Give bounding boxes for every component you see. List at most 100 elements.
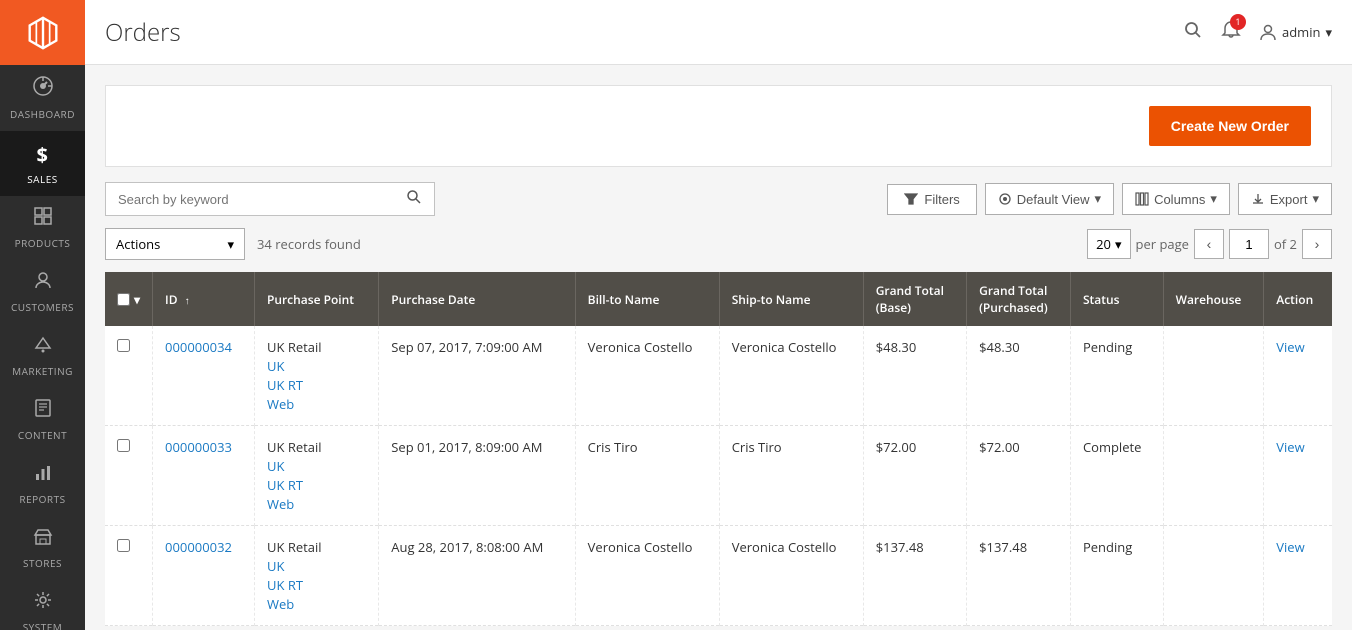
th-action: Action [1264, 272, 1332, 326]
page-number-input[interactable] [1229, 229, 1269, 259]
admin-user[interactable]: admin ▾ [1259, 23, 1332, 41]
purchase-point-sub: UK [267, 557, 366, 575]
td-grand-total-base-1: $72.00 [863, 426, 966, 526]
sidebar-item-stores-label: STORES [23, 556, 62, 570]
toolbar-right: Filters Default View ▾ Co [887, 183, 1332, 215]
table-row: 000000032 UK Retail UKUK RTWeb Aug 28, 2… [105, 526, 1332, 626]
purchase-point-sub: UK [267, 457, 366, 475]
purchase-point-sub: Web [267, 495, 366, 513]
td-status-1: Complete [1070, 426, 1163, 526]
view-chevron-icon: ▾ [1095, 191, 1102, 207]
td-warehouse-1 [1163, 426, 1264, 526]
stores-icon [33, 526, 53, 552]
sidebar-item-reports[interactable]: REPORTS [0, 452, 85, 516]
th-warehouse[interactable]: Warehouse [1163, 272, 1264, 326]
search-submit-button[interactable] [406, 189, 422, 209]
td-action-0: View [1264, 326, 1332, 426]
records-found: 34 records found [257, 235, 361, 253]
row-checkbox-2[interactable] [117, 539, 130, 552]
actions-dropdown[interactable]: Actions ▾ [105, 228, 245, 260]
table-row: 000000034 UK Retail UKUK RTWeb Sep 07, 2… [105, 326, 1332, 426]
sidebar-item-system-label: SYSTEM [23, 620, 63, 630]
td-ship-to-name-0: Veronica Costello [719, 326, 863, 426]
row-checkbox-1[interactable] [117, 439, 130, 452]
td-grand-total-purchased-2: $137.48 [967, 526, 1071, 626]
sidebar-logo [0, 0, 85, 65]
td-bill-to-name-1: Cris Tiro [575, 426, 719, 526]
actions-chevron-icon: ▾ [227, 235, 234, 253]
per-page-select[interactable]: 20 ▾ [1087, 229, 1130, 259]
purchase-point-sub: UK [267, 357, 366, 375]
actions-label: Actions [116, 235, 160, 253]
prev-page-button[interactable]: ‹ [1194, 229, 1224, 259]
sidebar-item-marketing-label: MARKETING [12, 364, 73, 378]
sidebar: DASHBOARD $ SALES PRODUCTS CUSTOMERS [0, 0, 85, 630]
table-header-row: ▾ ID ↑ Purchase Point Purchase Date Bill… [105, 272, 1332, 326]
columns-button[interactable]: Columns ▾ [1122, 183, 1230, 215]
td-grand-total-purchased-1: $72.00 [967, 426, 1071, 526]
td-warehouse-2 [1163, 526, 1264, 626]
purchase-point-sub: Web [267, 595, 366, 613]
th-ship-to-name[interactable]: Ship-to Name [719, 272, 863, 326]
td-bill-to-name-0: Veronica Costello [575, 326, 719, 426]
sidebar-item-dashboard-label: DASHBOARD [10, 107, 75, 121]
sidebar-item-marketing[interactable]: MARKETING [0, 324, 85, 388]
customers-icon [33, 270, 53, 296]
td-checkbox-0 [105, 326, 153, 426]
purchase-point-sub: UK RT [267, 376, 366, 394]
td-ship-to-name-1: Cris Tiro [719, 426, 863, 526]
sidebar-item-sales[interactable]: $ SALES [0, 131, 85, 196]
table-row: 000000033 UK Retail UKUK RTWeb Sep 01, 2… [105, 426, 1332, 526]
actions-row: Actions ▾ 34 records found 20 ▾ per page… [105, 228, 1332, 260]
th-id: ID ↑ [153, 272, 255, 326]
sidebar-item-system[interactable]: SYSTEM [0, 580, 85, 630]
system-icon [33, 590, 53, 616]
view-link-2[interactable]: View [1276, 538, 1304, 556]
th-purchase-point[interactable]: Purchase Point [255, 272, 379, 326]
notification-icon[interactable]: 1 [1221, 19, 1241, 46]
order-id-link-2[interactable]: 000000032 [165, 538, 232, 556]
next-page-button[interactable]: › [1302, 229, 1332, 259]
search-icon[interactable] [1183, 19, 1203, 46]
th-bill-to-name[interactable]: Bill-to Name [575, 272, 719, 326]
default-view-button[interactable]: Default View ▾ [985, 183, 1114, 215]
purchase-point-main-0: UK Retail [267, 338, 366, 356]
select-all-checkbox[interactable] [117, 293, 130, 306]
action-banner: Create New Order [105, 85, 1332, 167]
select-all-chevron-icon[interactable]: ▾ [134, 291, 140, 308]
view-link-0[interactable]: View [1276, 338, 1304, 356]
td-checkbox-2 [105, 526, 153, 626]
main-area: Orders 1 admin ▾ [85, 0, 1352, 630]
td-action-2: View [1264, 526, 1332, 626]
sidebar-item-customers[interactable]: CUSTOMERS [0, 260, 85, 324]
th-grand-total-base[interactable]: Grand Total(Base) [863, 272, 966, 326]
th-status[interactable]: Status [1070, 272, 1163, 326]
sidebar-item-products[interactable]: PRODUCTS [0, 196, 85, 260]
content-icon [33, 398, 53, 424]
td-purchase-date-1: Sep 01, 2017, 8:09:00 AM [379, 426, 575, 526]
purchase-point-main-1: UK Retail [267, 438, 366, 456]
sort-id-icon[interactable]: ↑ [185, 293, 190, 307]
purchase-point-sub: Web [267, 395, 366, 413]
top-header: Orders 1 admin ▾ [85, 0, 1352, 65]
order-id-link-1[interactable]: 000000033 [165, 438, 232, 456]
sidebar-item-content[interactable]: CONTENT [0, 388, 85, 452]
filters-button[interactable]: Filters [887, 184, 976, 215]
th-purchase-date[interactable]: Purchase Date [379, 272, 575, 326]
export-button[interactable]: Export ▾ [1238, 183, 1332, 215]
sidebar-item-dashboard[interactable]: DASHBOARD [0, 65, 85, 131]
order-id-link-0[interactable]: 000000034 [165, 338, 232, 356]
create-order-button[interactable]: Create New Order [1149, 106, 1311, 146]
search-input[interactable] [118, 192, 400, 207]
purchase-point-main-2: UK Retail [267, 538, 366, 556]
th-grand-total-purchased[interactable]: Grand Total(Purchased) [967, 272, 1071, 326]
td-ship-to-name-2: Veronica Costello [719, 526, 863, 626]
view-link-1[interactable]: View [1276, 438, 1304, 456]
search-box [105, 182, 435, 216]
td-grand-total-purchased-0: $48.30 [967, 326, 1071, 426]
sidebar-item-products-label: PRODUCTS [15, 236, 71, 250]
sidebar-item-customers-label: CUSTOMERS [11, 300, 74, 314]
admin-chevron-icon: ▾ [1325, 23, 1332, 41]
row-checkbox-0[interactable] [117, 339, 130, 352]
sidebar-item-stores[interactable]: STORES [0, 516, 85, 580]
